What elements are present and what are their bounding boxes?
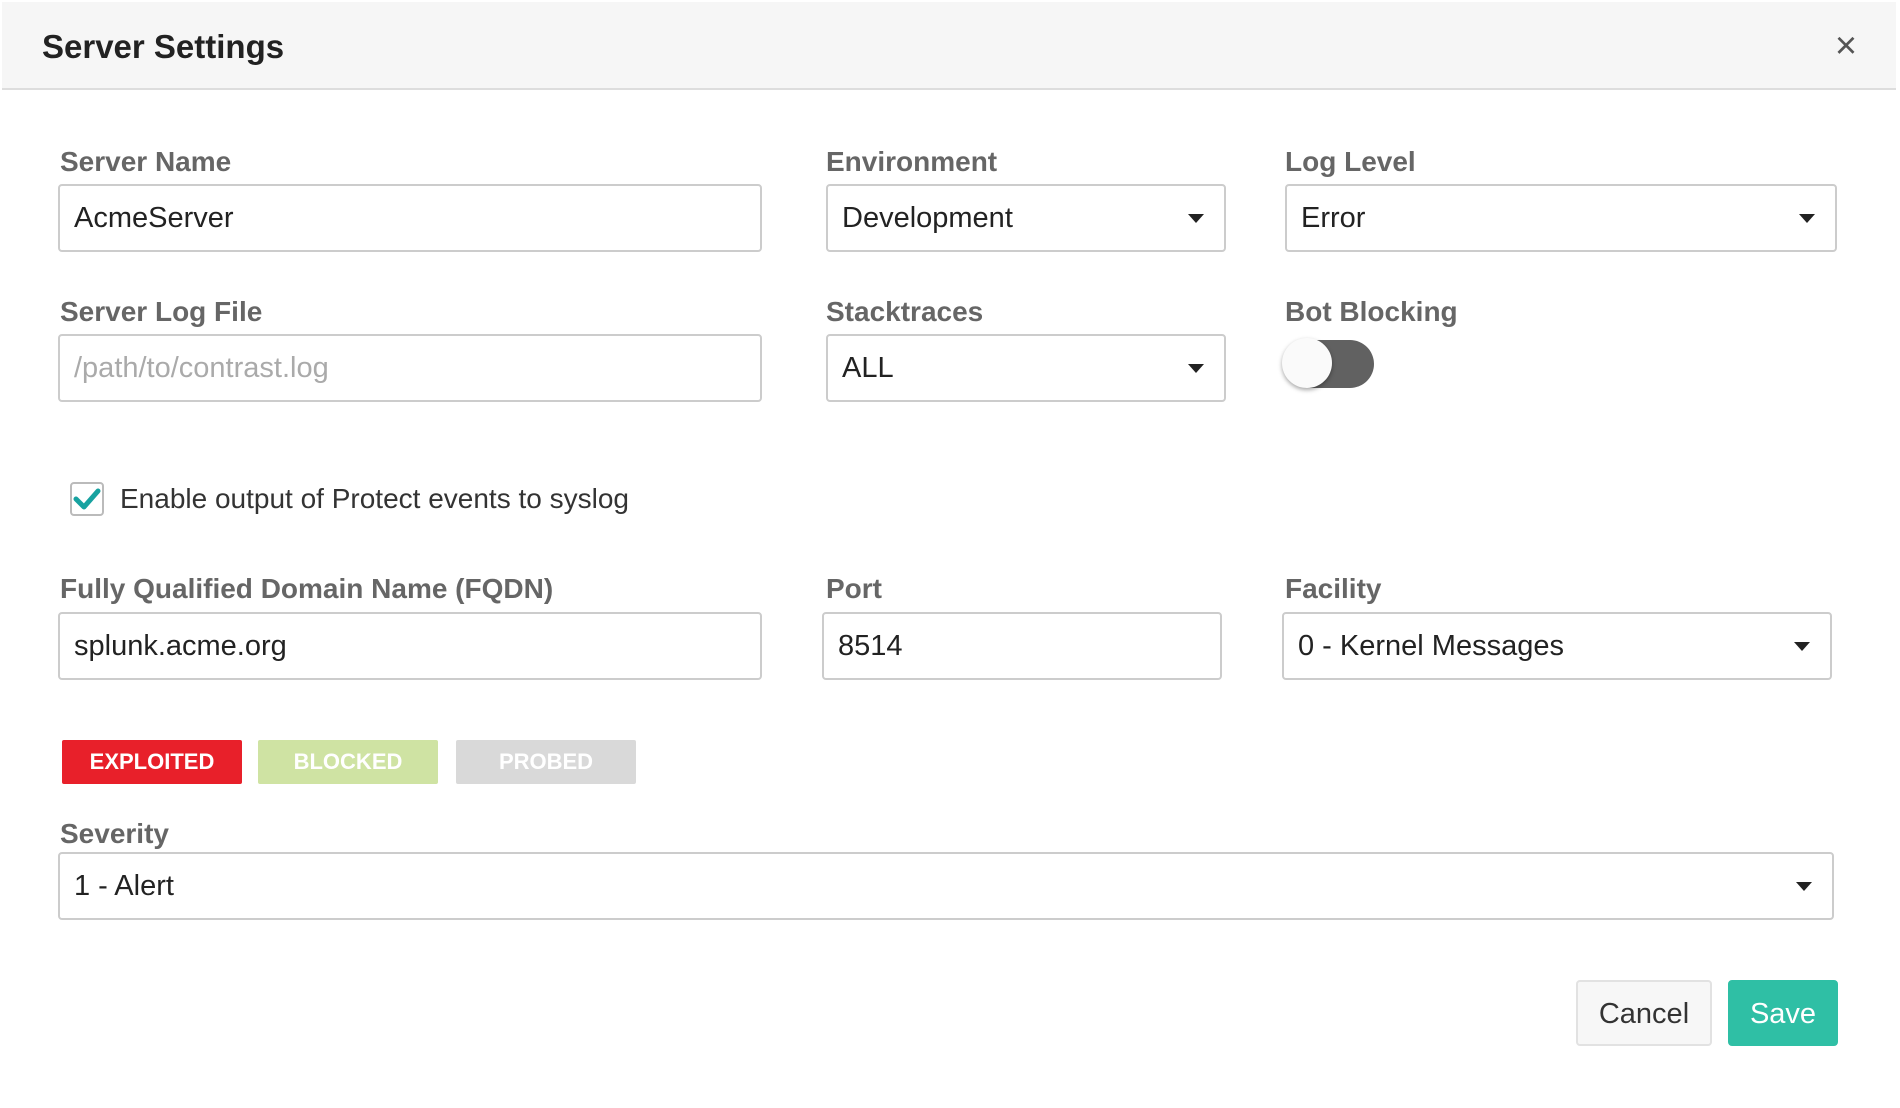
fqdn-label: Fully Qualified Domain Name (FQDN) — [60, 573, 554, 604]
bot-blocking-toggle[interactable] — [1282, 338, 1374, 388]
server-name-label: Server Name — [60, 146, 232, 177]
syslog-checkbox[interactable] — [70, 482, 104, 516]
log-level-label: Log Level — [1285, 146, 1416, 177]
severity-select[interactable]: 1 - Alert — [58, 852, 1834, 920]
save-button[interactable]: Save — [1728, 980, 1838, 1046]
chevron-down-icon — [1796, 882, 1812, 891]
server-name-input[interactable] — [74, 201, 760, 235]
port-field[interactable] — [822, 612, 1222, 680]
bot-blocking-label: Bot Blocking — [1285, 296, 1458, 327]
server-name-field[interactable] — [58, 184, 762, 252]
facility-select[interactable]: 0 - Kernel Messages — [1282, 612, 1832, 680]
stacktraces-value: ALL — [842, 351, 894, 384]
server-settings-dialog: Server Settings × Server Name Environmen… — [0, 0, 1900, 1108]
log-level-select[interactable]: Error — [1285, 184, 1837, 252]
dialog-header: Server Settings × — [2, 2, 1896, 90]
port-input[interactable] — [838, 629, 1220, 663]
syslog-option: Enable output of Protect events to syslo… — [70, 482, 629, 516]
environment-value: Development — [842, 201, 1013, 234]
log-level-value: Error — [1301, 201, 1366, 234]
environment-select[interactable]: Development — [826, 184, 1226, 252]
chevron-down-icon — [1188, 214, 1204, 223]
chevron-down-icon — [1794, 642, 1810, 651]
syslog-checkbox-label: Enable output of Protect events to syslo… — [120, 483, 629, 514]
environment-label: Environment — [826, 146, 998, 177]
server-log-file-label: Server Log File — [60, 296, 263, 327]
severity-value: 1 - Alert — [74, 869, 174, 902]
cancel-button[interactable]: Cancel — [1576, 980, 1712, 1046]
tag-probed[interactable]: PROBED — [456, 740, 636, 784]
dialog-title: Server Settings — [42, 28, 285, 65]
facility-label: Facility — [1285, 573, 1382, 604]
facility-value: 0 - Kernel Messages — [1298, 629, 1564, 662]
tag-exploited[interactable]: EXPLOITED — [62, 740, 242, 784]
server-log-file-input[interactable] — [74, 351, 760, 385]
chevron-down-icon — [1188, 364, 1204, 373]
server-log-file-field[interactable] — [58, 334, 762, 402]
stacktraces-label: Stacktraces — [826, 296, 984, 327]
stacktraces-select[interactable]: ALL — [826, 334, 1226, 402]
close-icon[interactable]: × — [1826, 26, 1866, 66]
toggle-knob — [1282, 338, 1332, 388]
tag-blocked[interactable]: BLOCKED — [258, 740, 438, 784]
checkmark-icon — [73, 488, 101, 510]
fqdn-field[interactable] — [58, 612, 762, 680]
port-label: Port — [826, 573, 882, 604]
fqdn-input[interactable] — [74, 629, 760, 663]
severity-label: Severity — [60, 818, 169, 849]
chevron-down-icon — [1799, 214, 1815, 223]
